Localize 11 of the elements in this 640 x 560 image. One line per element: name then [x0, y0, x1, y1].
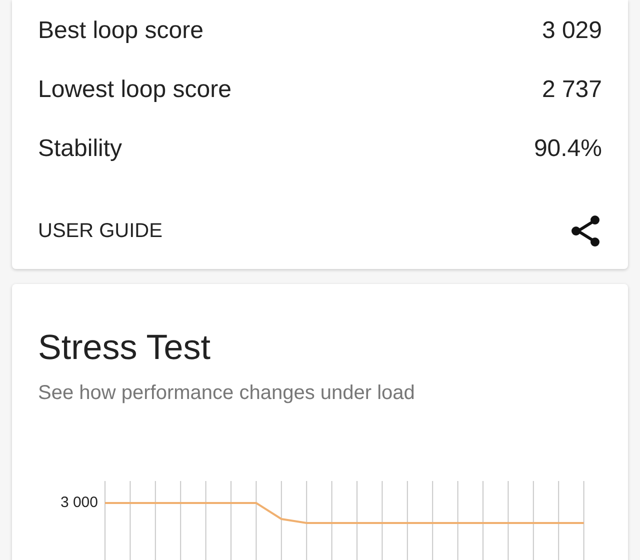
axis-tick-label: 3 000 — [59, 494, 99, 512]
stat-value: 90.4% — [534, 134, 602, 162]
card-title: Stress Test — [38, 328, 212, 368]
stat-label: Best loop score — [38, 16, 204, 44]
card-subtitle: See how performance changes under load — [38, 381, 416, 405]
stat-label: Lowest loop score — [38, 76, 232, 104]
stat-value: 2 737 — [542, 76, 602, 104]
stat-value: 3 029 — [542, 16, 602, 44]
stat-label: Stability — [38, 134, 122, 162]
user-guide-button[interactable]: USER GUIDE — [38, 216, 162, 246]
share-icon[interactable] — [570, 214, 602, 248]
